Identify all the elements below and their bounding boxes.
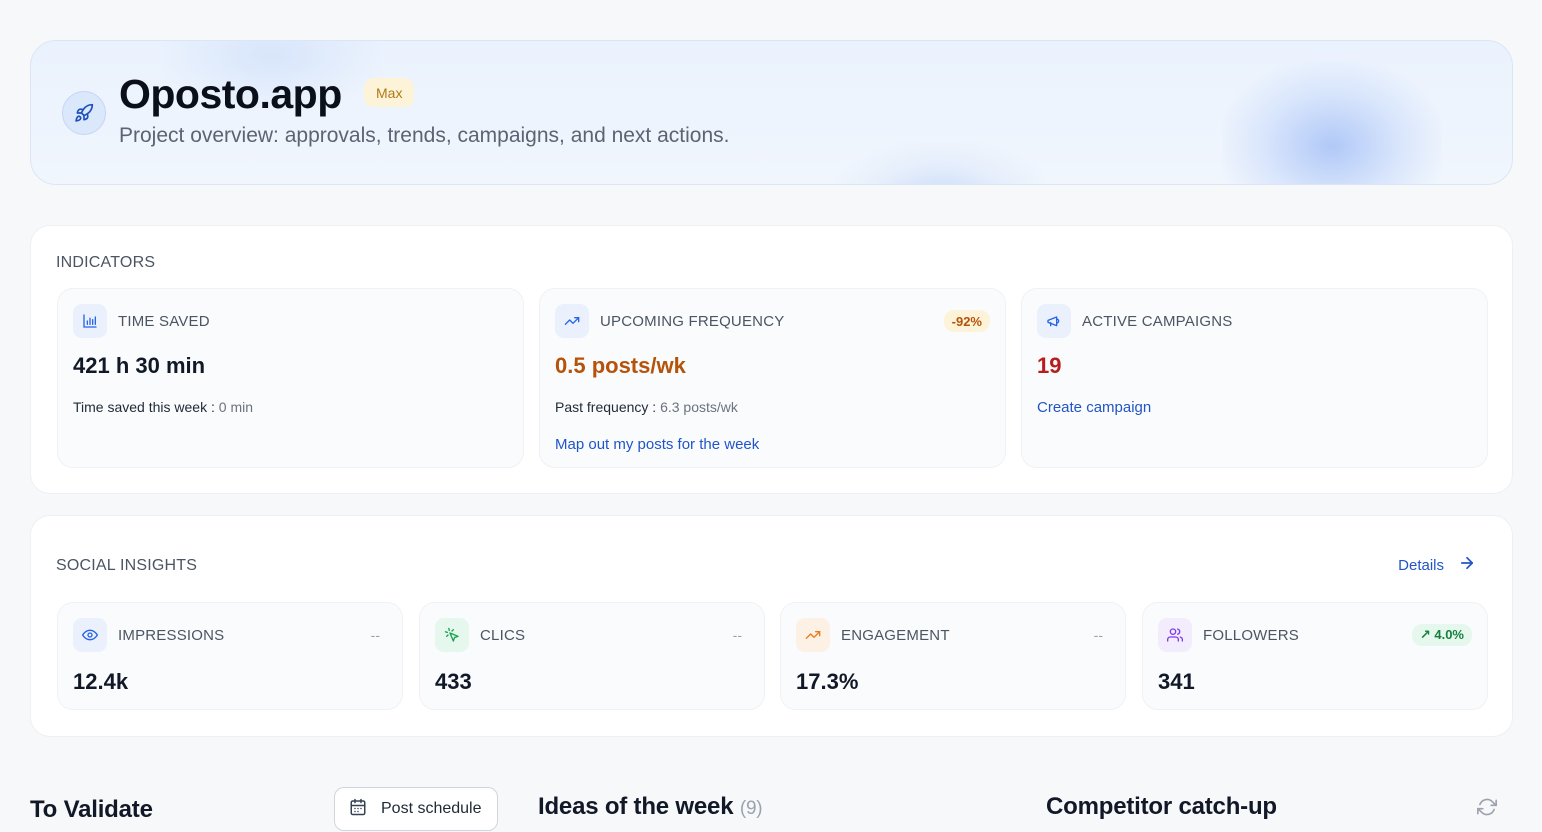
megaphone-icon bbox=[1037, 304, 1071, 338]
competitor-title: Competitor catch-up bbox=[1046, 793, 1277, 820]
bar-chart-icon bbox=[73, 304, 107, 338]
time-saved-tile: TIME SAVED 421 h 30 min Time saved this … bbox=[57, 288, 524, 468]
refresh-icon[interactable] bbox=[1474, 794, 1500, 820]
indicators-title: INDICATORS bbox=[56, 254, 156, 271]
eye-icon bbox=[73, 618, 107, 652]
followers-delta-badge: ↗ 4.0% bbox=[1411, 624, 1472, 646]
upcoming-frequency-label: UPCOMING FREQUENCY bbox=[600, 313, 785, 330]
post-schedule-button[interactable]: Post schedule bbox=[334, 787, 498, 831]
ideas-title-label: Ideas of the week bbox=[538, 793, 734, 820]
plan-badge: Max bbox=[364, 78, 415, 107]
time-saved-week-label: Time saved this week : bbox=[73, 399, 215, 415]
time-saved-week: Time saved this week : 0 min bbox=[73, 399, 253, 415]
arrow-right-icon bbox=[1458, 554, 1476, 576]
ideas-title: Ideas of the week (9) bbox=[538, 793, 763, 821]
page-subtitle: Project overview: approvals, trends, cam… bbox=[119, 124, 730, 147]
post-schedule-label: Post schedule bbox=[381, 800, 482, 817]
engagement-tile: ENGAGEMENT -- 17.3% bbox=[780, 602, 1126, 710]
cursor-click-icon bbox=[435, 618, 469, 652]
calendar-icon bbox=[349, 798, 367, 821]
impressions-label: IMPRESSIONS bbox=[118, 627, 225, 644]
impressions-delta: -- bbox=[370, 627, 380, 643]
project-header: Oposto.app Max Project overview: approva… bbox=[30, 40, 1513, 185]
upcoming-frequency-tile: UPCOMING FREQUENCY -92% 0.5 posts/wk Pas… bbox=[539, 288, 1006, 468]
map-posts-link[interactable]: Map out my posts for the week bbox=[555, 436, 759, 453]
to-validate-title: To Validate bbox=[30, 796, 153, 823]
impressions-tile: IMPRESSIONS -- 12.4k bbox=[57, 602, 403, 710]
clics-delta: -- bbox=[732, 627, 742, 643]
active-campaigns-tile: ACTIVE CAMPAIGNS 19 Create campaign bbox=[1021, 288, 1488, 468]
active-campaigns-label: ACTIVE CAMPAIGNS bbox=[1082, 313, 1233, 330]
trend-up-icon bbox=[555, 304, 589, 338]
create-campaign-link[interactable]: Create campaign bbox=[1037, 399, 1151, 416]
past-frequency-label: Past frequency : bbox=[555, 399, 657, 415]
social-insights-title: SOCIAL INSIGHTS bbox=[56, 557, 198, 574]
page-title: Oposto.app bbox=[119, 71, 342, 117]
trend-up-icon bbox=[796, 618, 830, 652]
details-label: Details bbox=[1398, 556, 1444, 574]
followers-tile: FOLLOWERS ↗ 4.0% 341 bbox=[1142, 602, 1488, 710]
active-campaigns-value: 19 bbox=[1037, 353, 1062, 378]
impressions-value: 12.4k bbox=[73, 669, 129, 694]
frequency-change-badge: -92% bbox=[943, 310, 990, 332]
header-glow bbox=[831, 141, 1051, 184]
indicators-card: INDICATORS TIME SAVED 421 h 30 min Time … bbox=[30, 225, 1513, 494]
followers-label: FOLLOWERS bbox=[1203, 627, 1299, 644]
rocket-icon bbox=[62, 91, 106, 135]
time-saved-week-value: 0 min bbox=[218, 399, 253, 415]
engagement-label: ENGAGEMENT bbox=[841, 627, 950, 644]
clics-value: 433 bbox=[435, 669, 472, 694]
social-insights-card: SOCIAL INSIGHTS Details IMPRESSIONS -- 1… bbox=[30, 515, 1513, 737]
users-icon bbox=[1158, 618, 1192, 652]
ideas-count: (9) bbox=[739, 798, 763, 819]
upcoming-frequency-value: 0.5 posts/wk bbox=[555, 353, 686, 378]
past-frequency-value: 6.3 posts/wk bbox=[660, 399, 738, 415]
engagement-value: 17.3% bbox=[796, 669, 859, 694]
followers-value: 341 bbox=[1158, 669, 1195, 694]
time-saved-value: 421 h 30 min bbox=[73, 353, 206, 378]
clics-label: CLICS bbox=[480, 627, 526, 644]
clics-tile: CLICS -- 433 bbox=[419, 602, 765, 710]
past-frequency: Past frequency : 6.3 posts/wk bbox=[555, 399, 738, 415]
header-glow bbox=[1222, 61, 1442, 184]
engagement-delta: -- bbox=[1093, 627, 1103, 643]
details-link[interactable]: Details bbox=[1398, 554, 1476, 576]
time-saved-label: TIME SAVED bbox=[118, 313, 210, 330]
